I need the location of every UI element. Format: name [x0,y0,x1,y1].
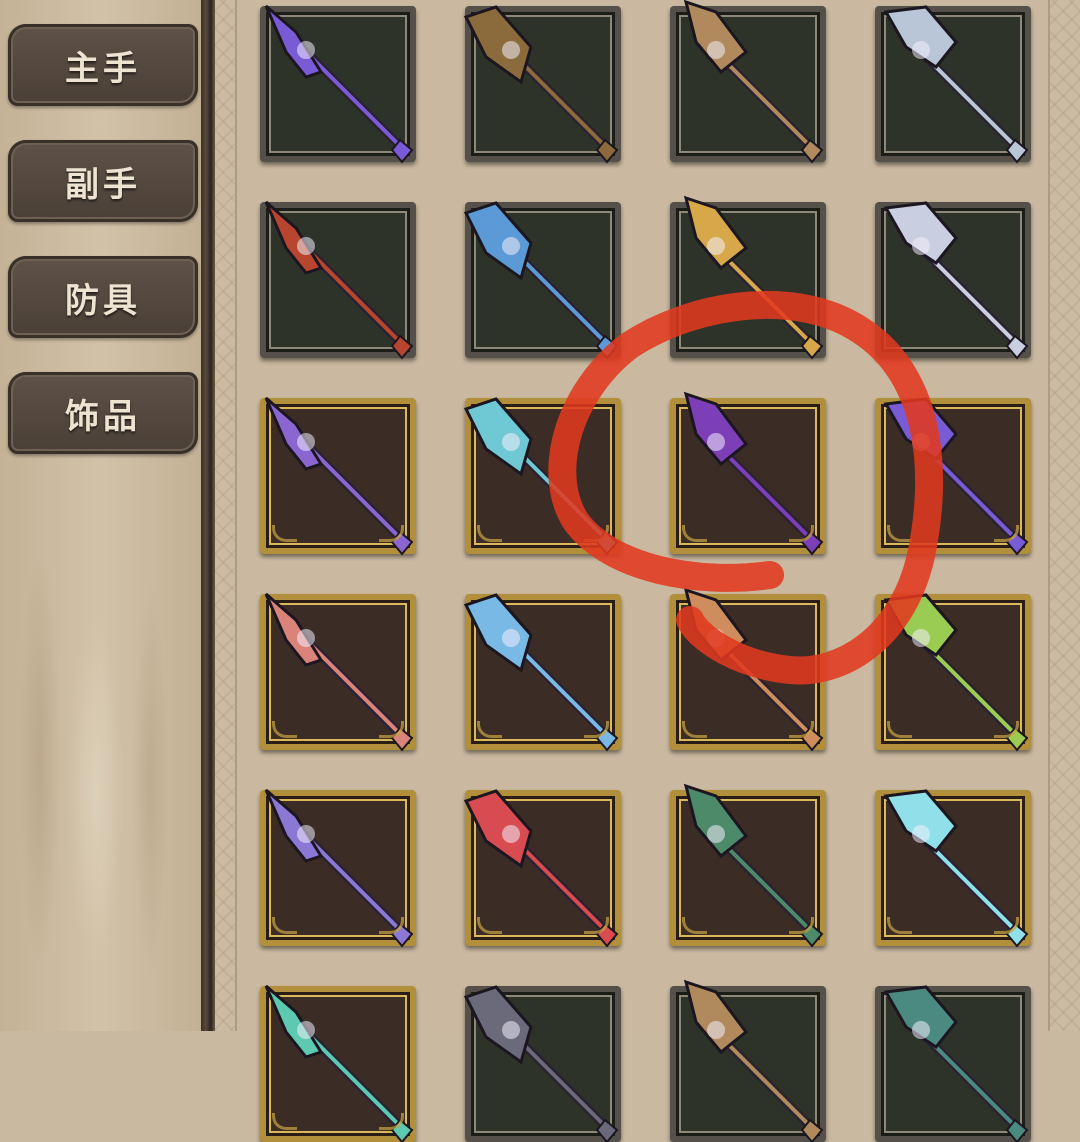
weapon-slot[interactable] [670,587,826,752]
weapon-slot[interactable] [260,984,416,1142]
weapon-slot[interactable] [260,592,416,752]
weapon-slot[interactable] [875,789,1031,948]
weapon-slot[interactable] [670,979,826,1142]
tab-off-hand[interactable]: 副手 [8,140,198,222]
category-sidebar: 主手 副手 防具 饰品 [0,0,203,1031]
weapon-slot[interactable] [875,5,1031,164]
panel-divider [201,0,215,1031]
weapon-slot[interactable] [875,397,1031,556]
weapon-slot[interactable] [260,396,416,556]
weapon-slot[interactable] [260,200,416,360]
weapon-slot[interactable] [875,985,1031,1142]
weapon-slot[interactable] [463,789,621,948]
weapon-slot[interactable] [670,195,826,360]
weapon-slot[interactable] [670,0,826,164]
tab-label: 饰品 [65,396,141,437]
weapon-slot[interactable] [463,397,621,556]
weapon-grid [235,0,1050,1142]
tab-label: 主手 [65,48,141,89]
weapon-slot[interactable] [463,985,621,1142]
weapon-slot[interactable] [463,593,621,752]
sidebar-wood-panel [0,460,203,1031]
weapon-slot[interactable] [260,4,416,164]
tab-accessory[interactable]: 饰品 [8,372,198,454]
tab-armor[interactable]: 防具 [8,256,198,338]
weapon-slot[interactable] [670,783,826,948]
weapon-slot[interactable] [875,593,1031,752]
tab-label: 副手 [65,164,141,205]
weapon-panel [215,0,1080,1142]
weapon-slot[interactable] [463,5,621,164]
weapon-slot[interactable] [260,788,416,948]
tab-label: 防具 [65,280,141,321]
tab-main-hand[interactable]: 主手 [8,24,198,106]
weapon-slot[interactable] [875,201,1031,360]
weapon-slot[interactable] [463,201,621,360]
weapon-slot[interactable] [670,391,826,556]
